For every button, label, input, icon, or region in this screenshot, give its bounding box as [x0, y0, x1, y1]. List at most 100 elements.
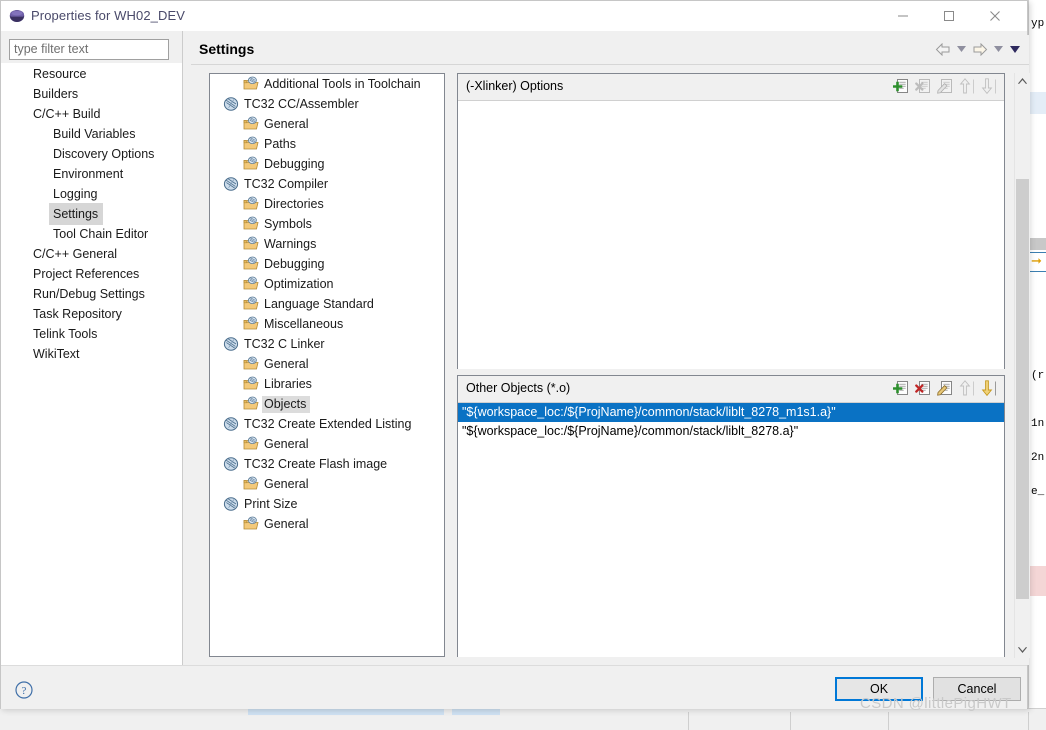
- move-down-icon[interactable]: [981, 380, 998, 397]
- tool-icon: [223, 456, 239, 472]
- forward-history-chevron-down-icon[interactable]: [992, 41, 1005, 57]
- sidebar-item-project-references[interactable]: Project References: [1, 263, 182, 283]
- tree-item-label: Directories: [264, 196, 324, 211]
- tree-item-symbols[interactable]: Symbols: [210, 214, 444, 234]
- other-objects-title: Other Objects (*.o): [466, 381, 571, 395]
- tree-item-warnings[interactable]: Warnings: [210, 234, 444, 254]
- sidebar-item-environment[interactable]: Environment: [1, 163, 182, 183]
- tree-item-label: TC32 Compiler: [244, 176, 329, 191]
- background-pink-band: [1029, 566, 1046, 596]
- xlinker-options-list[interactable]: [458, 101, 1004, 369]
- folder-icon: [243, 356, 259, 372]
- sidebar-item-label: Settings: [49, 203, 104, 225]
- tree-item-tc32-create-flash-image[interactable]: TC32 Create Flash image: [210, 454, 444, 474]
- tree-item-objects[interactable]: Objects: [210, 394, 444, 414]
- screen: ➞ yp (r 1n 2n e_ Properties for WH02_DEV…: [0, 0, 1046, 730]
- scroll-up-chevron-up-icon[interactable]: [1015, 73, 1030, 89]
- minimize-button[interactable]: [880, 1, 926, 31]
- status-cell: [1028, 712, 1046, 730]
- title-bar: Properties for WH02_DEV: [1, 1, 1027, 31]
- tree-item-label: Additional Tools in Toolchain: [264, 76, 421, 91]
- tree-item-miscellaneous[interactable]: Miscellaneous: [210, 314, 444, 334]
- add-icon[interactable]: [892, 380, 910, 397]
- forward-arrow-icon[interactable]: [971, 41, 989, 57]
- delete-icon[interactable]: [915, 380, 932, 397]
- tree-item-label: General: [264, 436, 309, 451]
- page-title: Settings: [199, 41, 255, 57]
- eclipse-sphere-icon: [9, 8, 25, 24]
- status-cell-divider: [688, 712, 689, 730]
- search-input[interactable]: type filter text: [9, 39, 169, 60]
- page-menu-chevron-down-icon[interactable]: [1008, 41, 1021, 57]
- sidebar-item-build-variables[interactable]: Build Variables: [1, 123, 182, 143]
- tree-item-language-standard[interactable]: Language Standard: [210, 294, 444, 314]
- tree-item-label: Paths: [264, 136, 296, 151]
- tree-item-libraries[interactable]: Libraries: [210, 374, 444, 394]
- sidebar-item-discovery-options[interactable]: Discovery Options: [1, 143, 182, 163]
- sidebar-item-task-repository[interactable]: Task Repository: [1, 303, 182, 323]
- svg-text:?: ?: [22, 685, 27, 697]
- tree-item-label: Print Size: [244, 496, 298, 511]
- sidebar-item-tool-chain-editor[interactable]: Tool Chain Editor: [1, 223, 182, 243]
- tree-item-label: Miscellaneous: [264, 316, 344, 331]
- other-objects-list[interactable]: "${workspace_loc:/${ProjName}/common/sta…: [458, 403, 1004, 657]
- tree-item-print-size[interactable]: Print Size: [210, 494, 444, 514]
- back-arrow-icon[interactable]: [934, 41, 952, 57]
- list-item[interactable]: "${workspace_loc:/${ProjName}/common/sta…: [458, 403, 1004, 422]
- tree-item-label: Warnings: [264, 236, 317, 251]
- tree-item-optimization[interactable]: Optimization: [210, 274, 444, 294]
- tree-item-general[interactable]: General: [210, 434, 444, 454]
- tree-item-tc32-compiler[interactable]: TC32 Compiler: [210, 174, 444, 194]
- scrollbar-thumb[interactable]: [1016, 179, 1029, 599]
- tree-item-label: General: [264, 476, 309, 491]
- move-up-icon: [959, 380, 976, 397]
- tree-item-tc32-create-extended-listing[interactable]: TC32 Create Extended Listing: [210, 414, 444, 434]
- sidebar-item-logging[interactable]: Logging: [1, 183, 182, 203]
- background-editor-strip: ➞ yp (r 1n 2n e_: [1028, 0, 1046, 708]
- folder-icon: [243, 516, 259, 532]
- list-item[interactable]: "${workspace_loc:/${ProjName}/common/sta…: [458, 422, 1004, 441]
- edit-icon[interactable]: [937, 380, 954, 397]
- help-question-icon[interactable]: ?: [15, 681, 33, 699]
- sidebar-item-builders[interactable]: Builders: [1, 83, 182, 103]
- close-button[interactable]: [972, 1, 1018, 31]
- tree-item-label: Libraries: [264, 376, 312, 391]
- tool-settings-tree[interactable]: Additional Tools in Toolchain TC32 CC/Ass…: [209, 73, 445, 657]
- tree-item-label: Symbols: [264, 216, 312, 231]
- settings-scrollbar[interactable]: [1014, 73, 1030, 658]
- sidebar-item-wikitext[interactable]: WikiText: [1, 343, 182, 363]
- background-gray-band: [1029, 238, 1046, 250]
- tree-item-general[interactable]: General: [210, 474, 444, 494]
- sidebar-item-resource[interactable]: Resource: [1, 63, 182, 83]
- sidebar-item-settings[interactable]: Settings: [1, 203, 182, 225]
- sidebar-divider: [182, 31, 183, 665]
- add-icon[interactable]: [892, 78, 910, 95]
- tree-item-paths[interactable]: Paths: [210, 134, 444, 154]
- tree-item-debugging[interactable]: Debugging: [210, 154, 444, 174]
- back-history-chevron-down-icon[interactable]: [955, 41, 968, 57]
- sidebar-item-label: Build Variables: [53, 127, 136, 141]
- tree-item-general[interactable]: General: [210, 354, 444, 374]
- sidebar-item-label: C/C++ Build: [33, 107, 101, 121]
- tool-icon: [223, 496, 239, 512]
- tree-item-tc32-c-linker[interactable]: TC32 C Linker: [210, 334, 444, 354]
- settings-page-tree[interactable]: Resource Builders C/C++ Build Build Variabl…: [1, 63, 182, 665]
- move-up-icon: [959, 78, 976, 95]
- tree-item-directories[interactable]: Directories: [210, 194, 444, 214]
- tree-item-general[interactable]: General: [210, 514, 444, 534]
- sidebar-item-c-c-general[interactable]: C/C++ General: [1, 243, 182, 263]
- sidebar-item-telink-tools[interactable]: Telink Tools: [1, 323, 182, 343]
- tree-item-general[interactable]: General: [210, 114, 444, 134]
- sidebar-item-run-debug-settings[interactable]: Run/Debug Settings: [1, 283, 182, 303]
- sidebar-item-label: C/C++ General: [33, 247, 118, 261]
- scroll-down-chevron-down-icon[interactable]: [1015, 642, 1030, 658]
- maximize-button[interactable]: [926, 1, 972, 31]
- watermark: CSDN @littlePigHWT: [860, 695, 1012, 712]
- tree-item-debugging[interactable]: Debugging: [210, 254, 444, 274]
- tree-item-tc32-cc-assembler[interactable]: TC32 CC/Assembler: [210, 94, 444, 114]
- background-tab-accent: [452, 709, 500, 715]
- tool-icon: [223, 96, 239, 112]
- folder-icon: [243, 236, 259, 252]
- tree-item-additional-tools-in-toolchain[interactable]: Additional Tools in Toolchain: [210, 74, 444, 94]
- sidebar-item-c-c-build[interactable]: C/C++ Build: [1, 103, 182, 123]
